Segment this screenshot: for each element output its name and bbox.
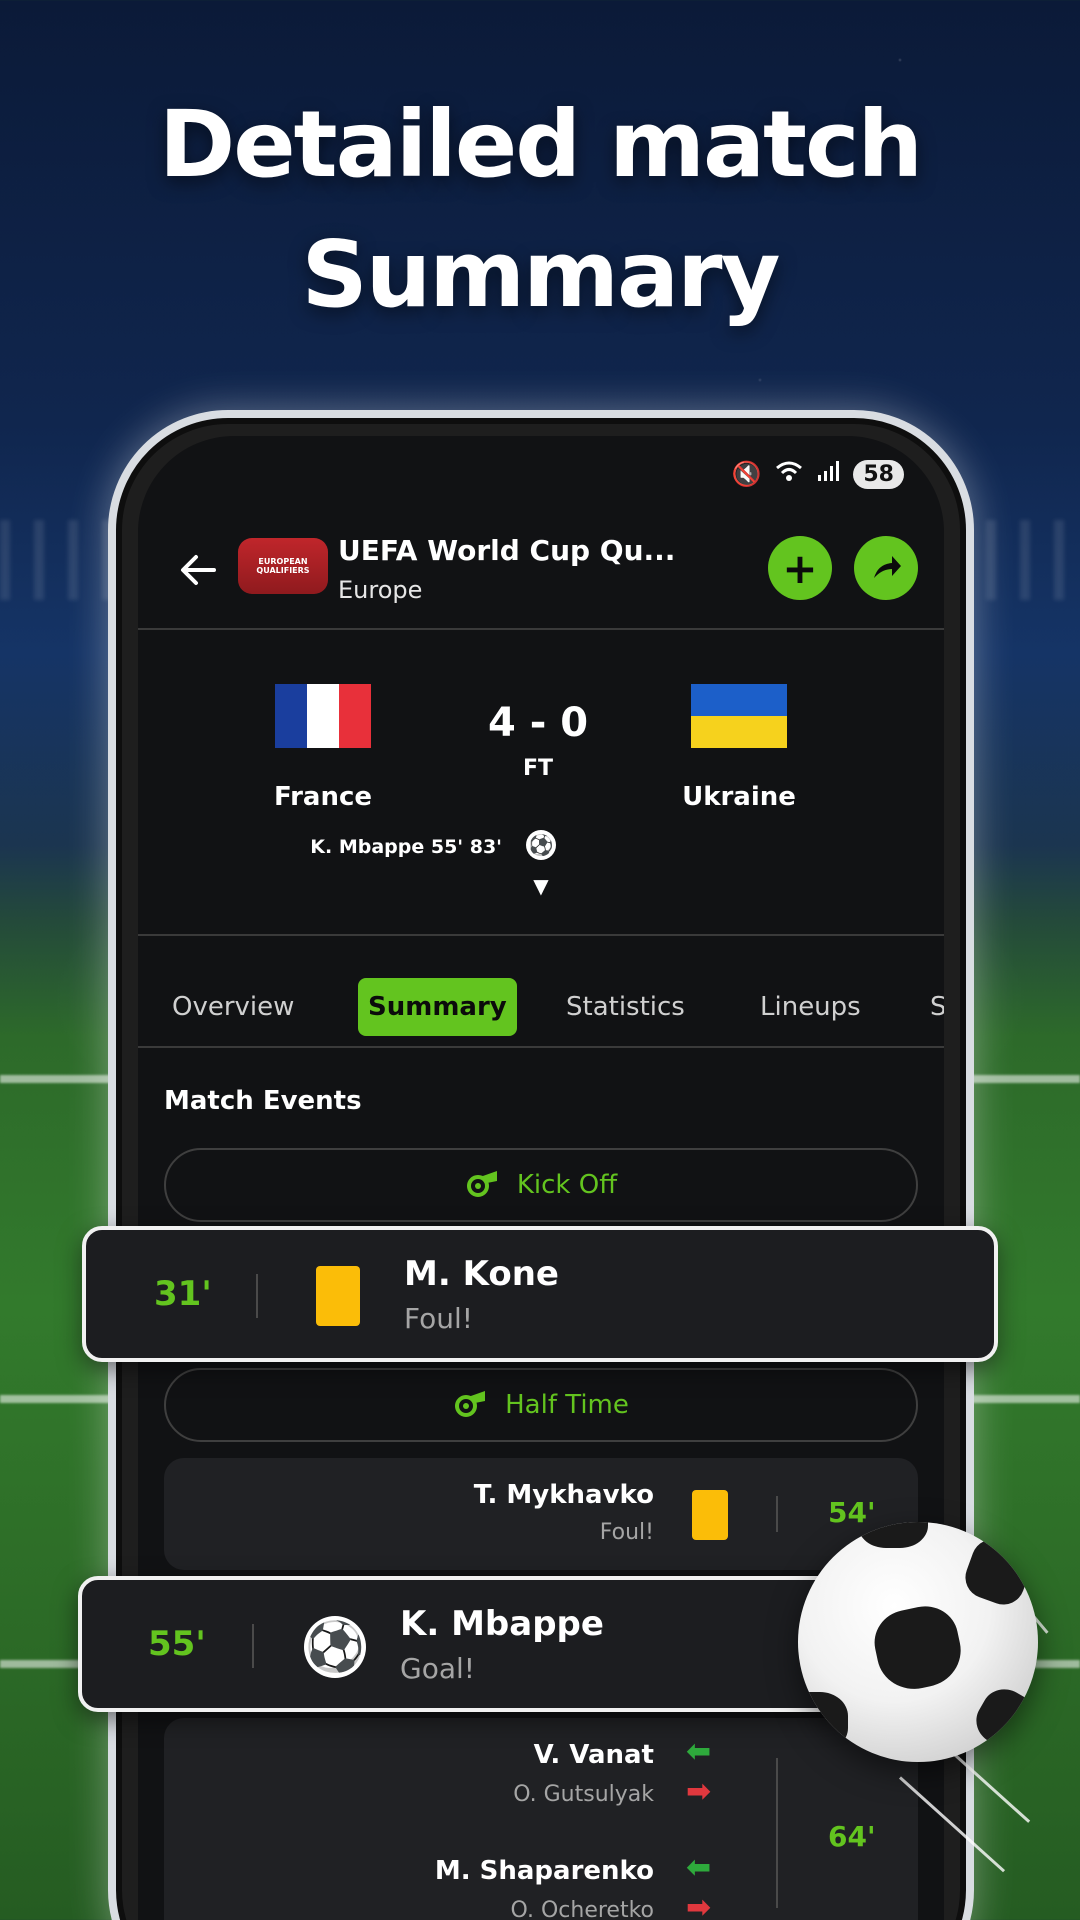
tab-more[interactable]: S xyxy=(920,978,944,1036)
sub-out-player: O. Ocheretko xyxy=(510,1898,654,1920)
halftime-marker: Half Time xyxy=(164,1368,918,1442)
event-type: Foul! xyxy=(404,1302,473,1335)
france-flag xyxy=(275,684,371,748)
whistle-icon xyxy=(465,1164,501,1207)
add-favorite-button[interactable]: + xyxy=(768,536,832,600)
home-team[interactable]: France xyxy=(238,684,408,812)
plus-icon: + xyxy=(782,543,818,593)
player-name: K. Mbappe xyxy=(400,1604,604,1644)
goal-scorer: K. Mbappe 55' 83' xyxy=(310,836,502,858)
ukraine-flag xyxy=(691,684,787,748)
event-minute: 64' xyxy=(828,1820,876,1853)
whistle-icon xyxy=(453,1384,489,1427)
tab-overview[interactable]: Overview xyxy=(162,978,304,1036)
headline-line-2: Summary xyxy=(301,221,781,328)
mute-icon: 🔇 xyxy=(731,460,762,488)
event-minute: 55' xyxy=(148,1624,206,1664)
highlight-card-yellow[interactable]: 31' M. Kone Foul! xyxy=(82,1226,998,1362)
tab-summary[interactable]: Summary xyxy=(358,978,517,1036)
chevron-down-icon[interactable]: ▼ xyxy=(526,876,556,896)
player-name: M. Kone xyxy=(404,1254,559,1294)
wifi-icon xyxy=(775,459,803,489)
soccer-ball-illustration xyxy=(798,1522,1038,1762)
match-events-title: Match Events xyxy=(164,1086,362,1116)
sub-in-arrow-icon: ⬅ xyxy=(686,1734,712,1769)
match-header-bar: EUROPEAN QUALIFIERS UEFA World Cup Qu...… xyxy=(138,526,944,626)
league-logo: EUROPEAN QUALIFIERS xyxy=(238,538,328,594)
status-bar: 🔇 58 xyxy=(731,456,904,492)
home-team-name: France xyxy=(273,782,373,812)
event-card-yellow[interactable]: T. Mykhavko Foul! 54' xyxy=(164,1458,918,1570)
league-name[interactable]: UEFA World Cup Qu... xyxy=(338,534,675,567)
match-status: FT xyxy=(522,756,554,781)
kickoff-label: Kick Off xyxy=(516,1170,618,1200)
sub-in-player: V. Vanat xyxy=(533,1740,654,1770)
back-arrow-icon[interactable] xyxy=(176,548,226,598)
league-logo-text: EUROPEAN QUALIFIERS xyxy=(256,557,310,575)
kickoff-marker: Kick Off xyxy=(164,1148,918,1222)
headline: Detailed match Summary xyxy=(0,80,1080,340)
highlight-card-goal[interactable]: 55' ⚽ K. Mbappe Goal! xyxy=(78,1576,848,1712)
sub-out-player: O. Gutsulyak xyxy=(513,1782,654,1807)
event-type: Goal! xyxy=(400,1652,475,1685)
headline-line-1: Detailed match xyxy=(158,91,923,198)
sub-in-player: M. Shaparenko xyxy=(434,1856,654,1886)
match-score: 4 - 0 xyxy=(487,700,589,746)
player-name: T. Mykhavko xyxy=(473,1480,654,1510)
separator xyxy=(256,1274,258,1318)
tab-bar: Overview Summary Statistics Lineups S xyxy=(138,958,944,1046)
tab-lineups[interactable]: Lineups xyxy=(750,978,871,1036)
separator xyxy=(776,1496,778,1532)
soccer-ball-icon: ⚽ xyxy=(304,1616,366,1678)
yellow-card-icon xyxy=(692,1490,728,1540)
soccer-ball-icon: ⚽ xyxy=(526,830,556,860)
battery-indicator: 58 xyxy=(853,459,904,489)
separator xyxy=(776,1758,778,1908)
halftime-label: Half Time xyxy=(505,1390,629,1420)
sub-out-arrow-icon: ➡ xyxy=(686,1890,712,1920)
signal-icon xyxy=(817,460,840,488)
divider xyxy=(138,934,944,936)
share-icon xyxy=(874,556,901,578)
share-button[interactable] xyxy=(854,536,918,600)
divider xyxy=(138,628,944,630)
event-type: Foul! xyxy=(599,1520,654,1545)
separator xyxy=(252,1624,254,1668)
away-team-name: Ukraine xyxy=(682,782,796,812)
event-minute: 31' xyxy=(154,1274,212,1314)
away-team[interactable]: Ukraine xyxy=(654,684,824,812)
league-region: Europe xyxy=(338,576,423,604)
divider xyxy=(138,1046,944,1048)
yellow-card-icon xyxy=(316,1266,360,1326)
tab-statistics[interactable]: Statistics xyxy=(556,978,695,1036)
sub-out-arrow-icon: ➡ xyxy=(686,1774,712,1809)
sub-in-arrow-icon: ⬅ xyxy=(686,1850,712,1885)
